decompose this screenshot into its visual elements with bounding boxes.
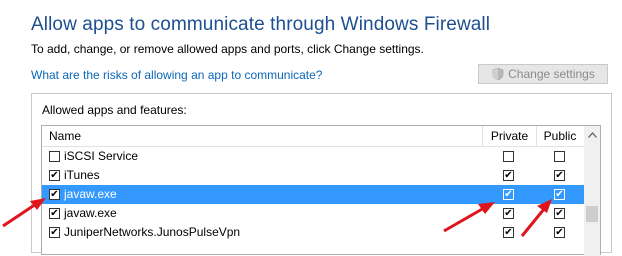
column-header-name[interactable]: Name: [49, 129, 81, 143]
shield-icon: [492, 67, 504, 81]
change-settings-label: Change settings: [508, 67, 595, 81]
scrollbar-thumb[interactable]: [586, 206, 598, 222]
app-name: javaw.exe: [64, 206, 117, 220]
chevron-up-icon: [587, 132, 597, 138]
column-header-public[interactable]: Public: [536, 126, 584, 146]
allowed-apps-label: Allowed apps and features:: [42, 103, 187, 117]
enabled-checkbox[interactable]: ✔: [49, 189, 60, 200]
enabled-checkbox[interactable]: ✔: [49, 208, 60, 219]
private-checkbox[interactable]: ✔: [503, 189, 514, 200]
private-checkbox[interactable]: [503, 151, 514, 162]
private-checkbox[interactable]: ✔: [503, 208, 514, 219]
allowed-apps-table: Name Private Public iSCSI Service ✔ iTun…: [41, 125, 601, 256]
enabled-checkbox[interactable]: ✔: [49, 227, 60, 238]
scroll-up-button[interactable]: [584, 126, 600, 144]
table-row[interactable]: ✔ javaw.exe ✔ ✔: [42, 204, 584, 223]
public-checkbox[interactable]: ✔: [554, 189, 565, 200]
table-row[interactable]: ✔ JuniperNetworks.JunosPulseVpn ✔ ✔: [42, 223, 584, 242]
app-name: iSCSI Service: [64, 149, 139, 163]
public-checkbox[interactable]: [554, 151, 565, 162]
app-name: iTunes: [64, 168, 100, 182]
private-checkbox[interactable]: ✔: [503, 170, 514, 181]
enabled-checkbox[interactable]: [49, 151, 60, 162]
page-title: Allow apps to communicate through Window…: [31, 14, 491, 35]
public-checkbox[interactable]: ✔: [554, 227, 565, 238]
column-header-private[interactable]: Private: [482, 126, 537, 146]
private-checkbox[interactable]: ✔: [503, 227, 514, 238]
table-header: Name Private Public: [42, 126, 584, 147]
table-row[interactable]: iSCSI Service: [42, 147, 584, 166]
app-name: javaw.exe: [64, 187, 117, 201]
table-row-selected[interactable]: ✔ javaw.exe ✔ ✔: [42, 185, 584, 204]
risks-link[interactable]: What are the risks of allowing an app to…: [31, 68, 322, 82]
change-settings-button[interactable]: Change settings: [478, 64, 608, 84]
page-subtitle: To add, change, or remove allowed apps a…: [31, 42, 424, 56]
allowed-apps-group: Allowed apps and features: Name Private …: [31, 93, 612, 256]
public-checkbox[interactable]: ✔: [554, 208, 565, 219]
app-name: JuniperNetworks.JunosPulseVpn: [64, 225, 241, 239]
public-checkbox[interactable]: ✔: [554, 170, 565, 181]
vertical-scrollbar[interactable]: [584, 126, 600, 256]
table-row[interactable]: ✔ iTunes ✔ ✔: [42, 166, 584, 185]
enabled-checkbox[interactable]: ✔: [49, 170, 60, 181]
